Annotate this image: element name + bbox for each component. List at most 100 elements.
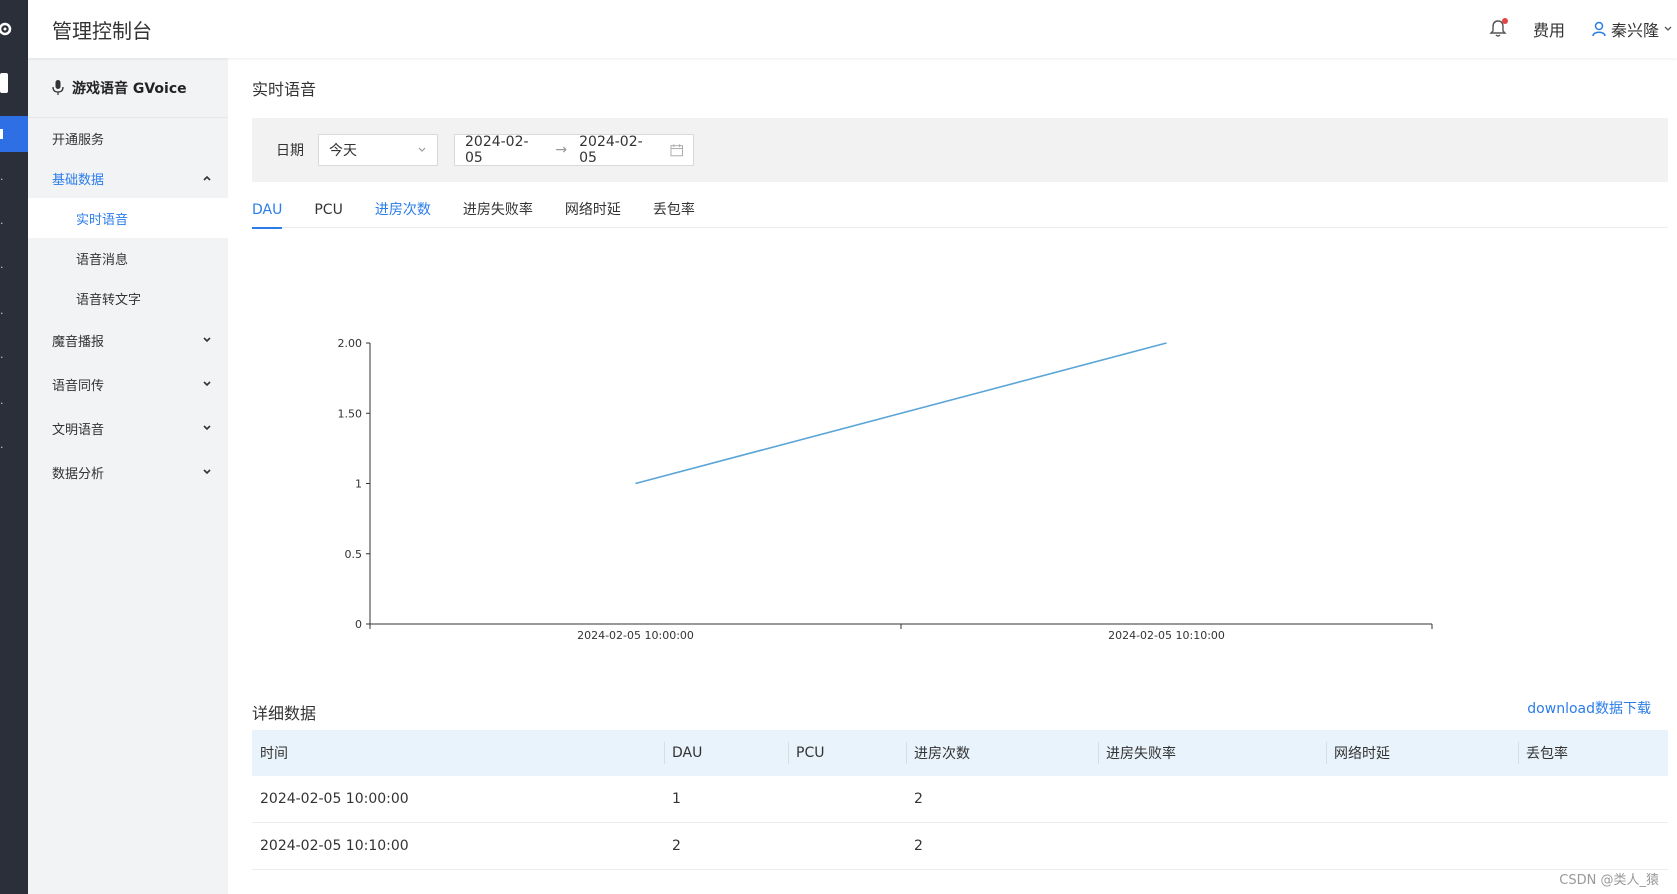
line-chart: 0 0.5 1 1.50 2.00 2024-02-05 10:00:00 2024-02-… — [338, 337, 1433, 642]
app-title: 管理控制台 — [52, 18, 152, 43]
table-row: 2024-02-05 10:00:00 1 2 — [252, 776, 1668, 823]
sidebar-item-label: 魔音播报 — [52, 334, 105, 350]
tab-network-latency[interactable]: 网络时延 — [565, 192, 621, 228]
sidebar-item-label: 基础数据 — [52, 172, 105, 188]
user-menu[interactable]: 秦兴隆 — [1591, 17, 1673, 41]
top-bar: 管理控制台 费用 秦兴隆 — [28, 0, 1677, 58]
rail-icon[interactable]: · — [0, 436, 28, 458]
date-preset-value: 今天 — [329, 143, 357, 159]
column-header[interactable]: 丢包率 — [1518, 730, 1668, 776]
tab-packet-loss[interactable]: 丢包率 — [653, 192, 695, 228]
user-icon — [1592, 21, 1606, 37]
rail-icon[interactable]: · — [0, 212, 28, 234]
table-cell: 2024-02-05 10:00:00 — [260, 791, 409, 807]
product-name: 游戏语音 GVoice — [72, 80, 187, 97]
sidebar-item-open-service[interactable]: 开通服务 — [28, 118, 228, 158]
table-cell: 2 — [914, 838, 923, 854]
calendar-icon — [669, 144, 683, 157]
table-cell — [1098, 776, 1326, 822]
column-header[interactable]: 进房次数 — [906, 730, 1098, 776]
column-header[interactable]: DAU — [664, 730, 788, 776]
chevron-down-icon — [203, 381, 211, 387]
download-link[interactable]: download数据下载 — [1527, 698, 1651, 718]
tab-dau[interactable]: DAU — [252, 192, 283, 229]
cost-link[interactable]: 费用 — [1533, 17, 1565, 41]
chevron-down-icon — [418, 147, 426, 152]
table-cell — [1326, 776, 1518, 822]
table-cell — [1518, 776, 1668, 822]
tab-room-entries[interactable]: 进房次数 — [375, 192, 431, 228]
y-tick-label: 0 — [355, 618, 362, 631]
chevron-up-icon — [203, 175, 211, 181]
range-arrow: → — [555, 142, 568, 158]
column-header[interactable]: PCU — [788, 730, 906, 776]
y-tick-label: 2.00 — [338, 337, 363, 350]
user-name: 秦兴隆 — [1610, 21, 1659, 40]
table-cell: 1 — [672, 791, 681, 807]
microphone-icon — [52, 79, 64, 95]
tab-pcu[interactable]: PCU — [314, 192, 342, 228]
table-cell: 2 — [914, 791, 923, 807]
sidebar-item-voice-interpretation[interactable]: 语音同传 — [28, 362, 228, 406]
sidebar-item-basic-data[interactable]: 基础数据 — [28, 158, 228, 198]
table-cell — [1326, 823, 1518, 869]
table-cell — [1518, 823, 1668, 869]
app-icon[interactable] — [0, 72, 28, 94]
notification-dot — [1501, 18, 1508, 24]
sidebar-item-civil-voice[interactable]: 文明语音 — [28, 406, 228, 450]
logo-icon[interactable] — [0, 18, 28, 40]
sidebar-item-label: 文明语音 — [52, 422, 105, 438]
left-rail: · · · · · · · — [0, 0, 28, 894]
sidebar-item-label: 语音同传 — [52, 378, 105, 394]
table-cell — [788, 823, 906, 869]
sidebar: 游戏语音 GVoice 开通服务 基础数据 实时语音 语音消息 语音转文字 魔音… — [28, 58, 228, 894]
table-header: 时间 DAU PCU 进房次数 进房失败率 网络时延 丢包率 — [252, 730, 1668, 776]
watermark: CSDN @类人_猿 — [1559, 873, 1659, 888]
date-range-picker[interactable]: 2024-02-05 → 2024-02-05 — [454, 134, 694, 166]
date-preset-select[interactable]: 今天 — [318, 134, 438, 166]
series-line — [635, 342, 1167, 485]
sidebar-subitem-label: 语音转文字 — [76, 292, 142, 308]
sidebar-subitem-speech-to-text[interactable]: 语音转文字 — [28, 278, 228, 318]
chevron-down-icon — [203, 425, 211, 431]
chevron-down-icon — [203, 337, 211, 343]
column-header[interactable]: 网络时延 — [1326, 730, 1518, 776]
rail-item-active[interactable] — [0, 116, 28, 152]
sidebar-item-label: 开通服务 — [52, 132, 105, 148]
page-title: 实时语音 — [252, 80, 317, 99]
sidebar-item-voice-broadcast[interactable]: 魔音播报 — [28, 318, 228, 362]
rail-icon[interactable]: · — [0, 302, 28, 324]
y-tick-label: 1.50 — [338, 407, 363, 420]
sidebar-subitem-label: 实时语音 — [76, 212, 129, 228]
end-date: 2024-02-05 — [579, 134, 643, 166]
filter-bar: 日期 今天 2024-02-05 → 2024-02-05 — [252, 118, 1668, 182]
sidebar-subitem-realtime-voice[interactable]: 实时语音 — [28, 198, 228, 238]
date-label: 日期 — [276, 143, 304, 159]
chevron-down-icon — [203, 469, 211, 475]
sidebar-item-label: 数据分析 — [52, 466, 105, 482]
x-tick-label: 2024-02-05 10:10:00 — [1108, 629, 1225, 642]
column-header[interactable]: 时间 — [252, 730, 664, 776]
sidebar-item-data-analysis[interactable]: 数据分析 — [28, 450, 228, 494]
column-header[interactable]: 进房失败率 — [1098, 730, 1326, 776]
chevron-down-icon — [1664, 26, 1672, 31]
table-cell: 2 — [672, 838, 681, 854]
rail-icon[interactable]: · — [0, 168, 28, 190]
rail-icon[interactable]: · — [0, 346, 28, 368]
rail-icon[interactable]: · — [0, 256, 28, 278]
sidebar-subitem-voice-message[interactable]: 语音消息 — [28, 238, 228, 278]
table-cell: 2024-02-05 10:10:00 — [260, 838, 409, 854]
table-cell — [788, 776, 906, 822]
bell-icon[interactable] — [1489, 18, 1508, 39]
metric-tabs: DAU PCU 进房次数 进房失败率 网络时延 丢包率 — [252, 192, 1668, 229]
sidebar-subitem-label: 语音消息 — [76, 252, 129, 268]
tab-room-fail-rate[interactable]: 进房失败率 — [463, 192, 533, 228]
y-tick-label: 0.5 — [345, 548, 363, 561]
rail-icon[interactable]: · — [0, 392, 28, 414]
x-tick-label: 2024-02-05 10:00:00 — [577, 629, 694, 642]
y-tick-label: 1 — [355, 478, 362, 491]
detail-table: 时间 DAU PCU 进房次数 进房失败率 网络时延 丢包率 2024-02-0… — [252, 730, 1668, 870]
table-row: 2024-02-05 10:10:00 2 2 — [252, 823, 1668, 870]
detail-title: 详细数据 — [252, 704, 317, 723]
product-header: 游戏语音 GVoice — [28, 58, 228, 118]
